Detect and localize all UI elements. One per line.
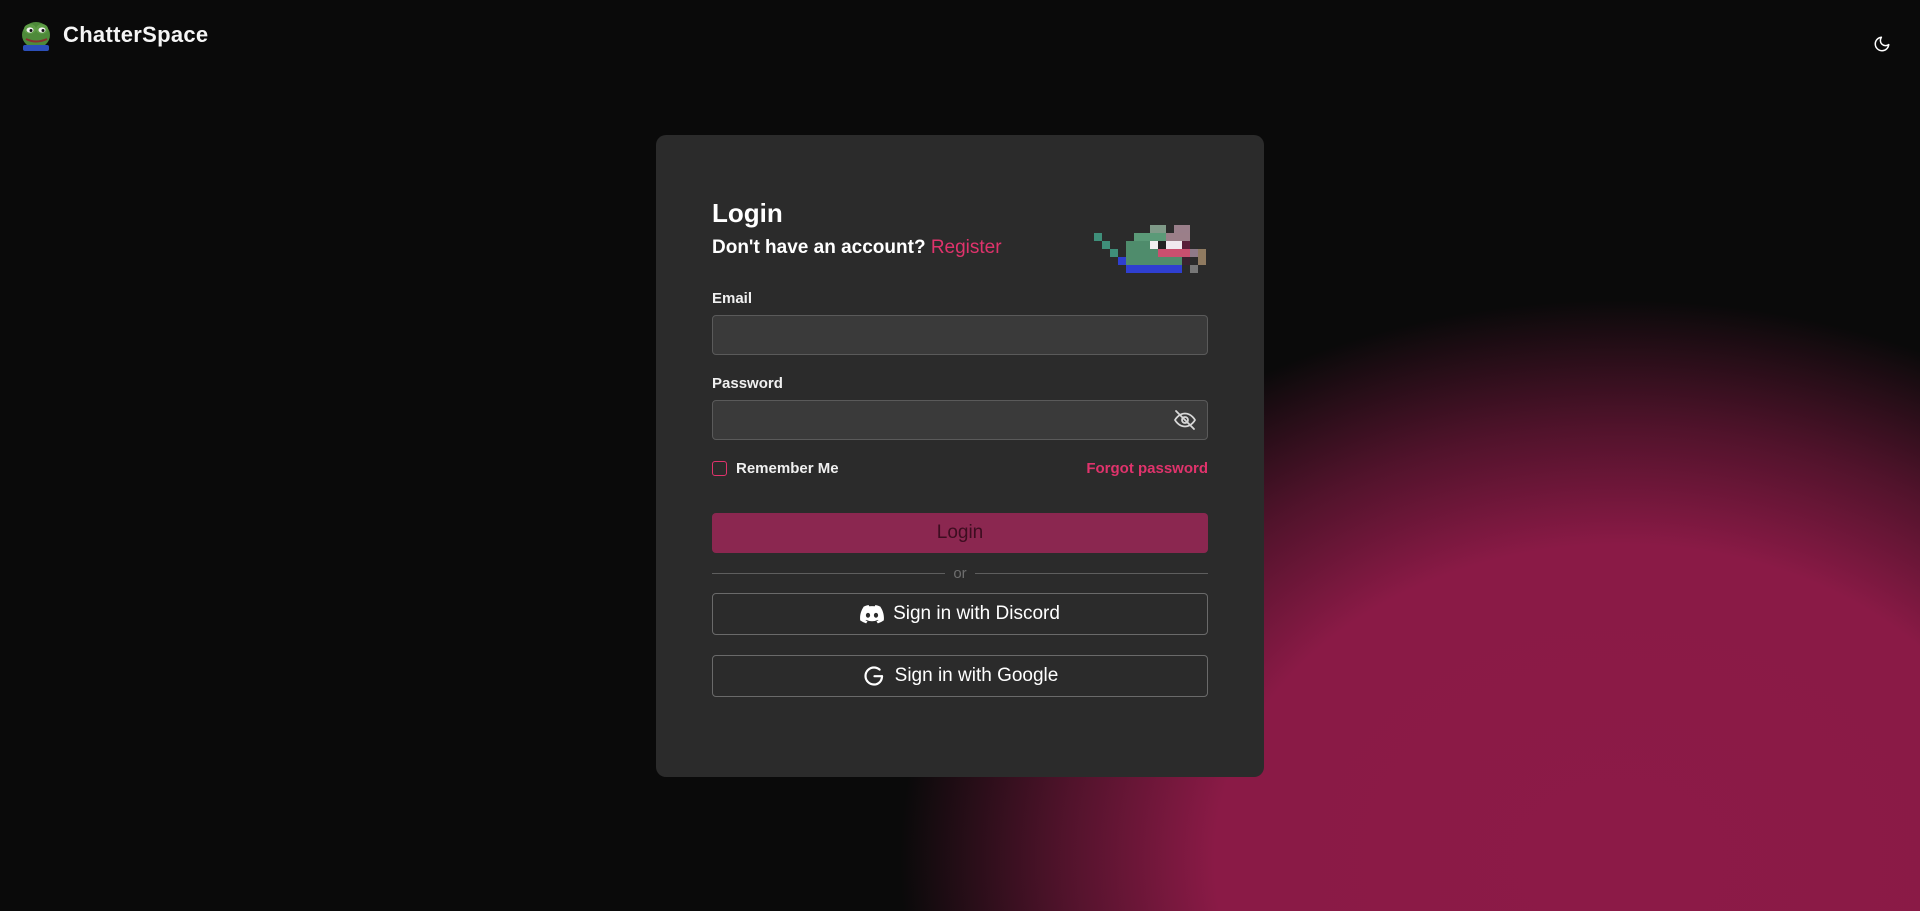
pixel-frog-icon xyxy=(1094,225,1206,273)
divider-line-right xyxy=(974,572,1208,574)
toggle-password-visibility-button[interactable] xyxy=(1172,408,1198,432)
discord-button-label: Sign in with Discord xyxy=(893,603,1060,624)
divider-line-left xyxy=(712,572,946,574)
frog-avatar-icon xyxy=(22,22,50,51)
sign-in-google-button[interactable]: Sign in with Google xyxy=(712,655,1208,697)
remember-me-toggle[interactable]: Remember Me xyxy=(712,460,839,477)
moon-icon xyxy=(1874,36,1890,52)
form-options-row: Remember Me Forgot password xyxy=(712,459,1208,477)
register-link[interactable]: Register xyxy=(931,237,1002,258)
forgot-password-link[interactable]: Forgot password xyxy=(1086,460,1208,477)
brand-home-link[interactable]: ChatterSpace xyxy=(20,18,208,52)
password-label: Password xyxy=(712,375,783,392)
email-field[interactable] xyxy=(712,315,1208,355)
email-label: Email xyxy=(712,290,753,307)
eye-off-icon xyxy=(1174,410,1196,430)
google-icon xyxy=(864,666,883,686)
login-button[interactable]: Login xyxy=(712,513,1208,553)
brand-name: ChatterSpace xyxy=(63,22,209,47)
or-divider: or xyxy=(712,564,1208,582)
login-card: Login Don't have an account? Register Em… xyxy=(656,135,1264,777)
discord-icon xyxy=(860,604,885,623)
no-account-text: Don't have an account? xyxy=(712,237,926,258)
remember-me-checkbox[interactable] xyxy=(712,460,727,476)
password-field-wrapper xyxy=(712,400,1208,440)
divider-text: or xyxy=(953,564,967,582)
password-field[interactable] xyxy=(712,400,1208,440)
login-form: Login Don't have an account? Register Em… xyxy=(712,197,1208,697)
theme-toggle-button[interactable] xyxy=(1866,30,1898,58)
remember-me-label: Remember Me xyxy=(736,459,839,477)
sign-in-discord-button[interactable]: Sign in with Discord xyxy=(712,593,1208,635)
google-button-label: Sign in with Google xyxy=(894,665,1059,686)
top-bar: ChatterSpace xyxy=(0,0,1920,72)
